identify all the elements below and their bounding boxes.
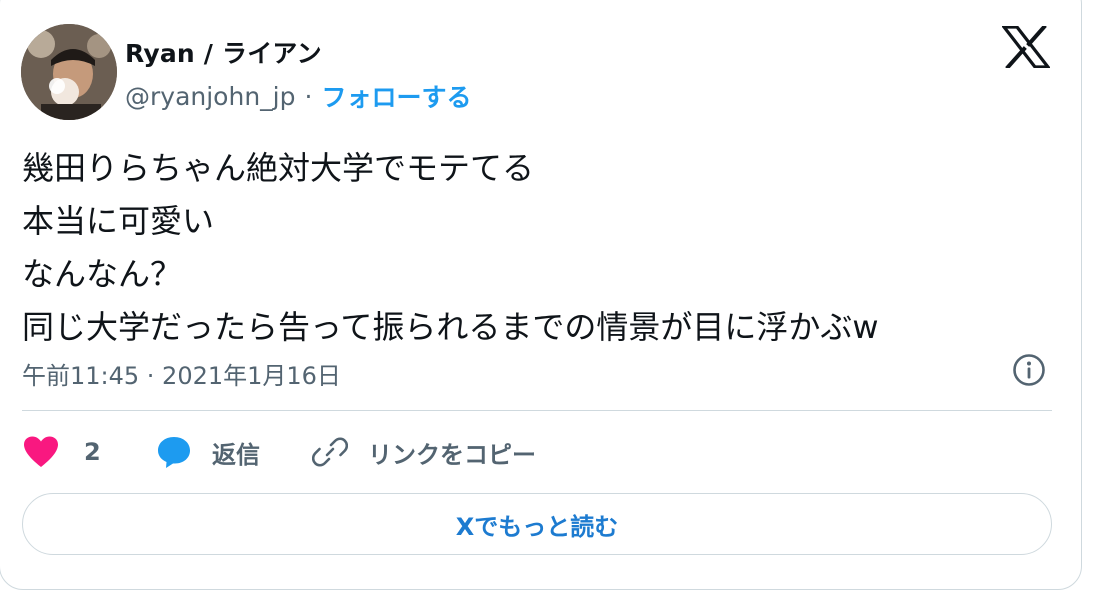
reply-label: 返信 [212, 440, 260, 469]
tweet-line: なんなん？ [22, 255, 183, 293]
separator-dot: · [304, 81, 313, 111]
copy-link-button[interactable]: リンクをコピー [312, 430, 536, 474]
read-more-button[interactable]: Xでもっと読む [22, 493, 1052, 555]
link-icon [312, 437, 348, 467]
tweet-text: 幾田りらちゃん絶対大学でモテてる 本当に可愛い なんなん？ 同じ大学だったら告っ… [22, 142, 879, 354]
copy-link-label: リンクをコピー [368, 440, 536, 469]
tweet-line: 幾田りらちゃん絶対大学でモテてる [22, 149, 535, 187]
tweet-timestamp[interactable]: 午前11:45 · 2021年1月16日 [22, 356, 341, 391]
like-count: 2 [84, 438, 101, 466]
handle-row: @ryanjohn_jp · フォローする [125, 78, 471, 114]
tweet-line: 本当に可愛い [22, 202, 215, 240]
display-name[interactable]: Ryan / ライアン [125, 34, 322, 70]
heart-icon [24, 436, 58, 467]
x-logo-icon[interactable] [1000, 24, 1052, 70]
like-button[interactable]: 2 [22, 430, 101, 474]
info-icon[interactable] [1011, 352, 1047, 388]
follow-button[interactable]: フォローする [321, 78, 471, 114]
reply-button[interactable]: 返信 [156, 430, 260, 474]
tweet-line: 同じ大学だったら告って振られるまでの情景が目に浮かぶw [22, 308, 879, 346]
speech-bubble-icon [158, 437, 190, 468]
divider [22, 410, 1052, 411]
user-handle[interactable]: @ryanjohn_jp [125, 82, 295, 111]
avatar[interactable] [21, 24, 117, 120]
